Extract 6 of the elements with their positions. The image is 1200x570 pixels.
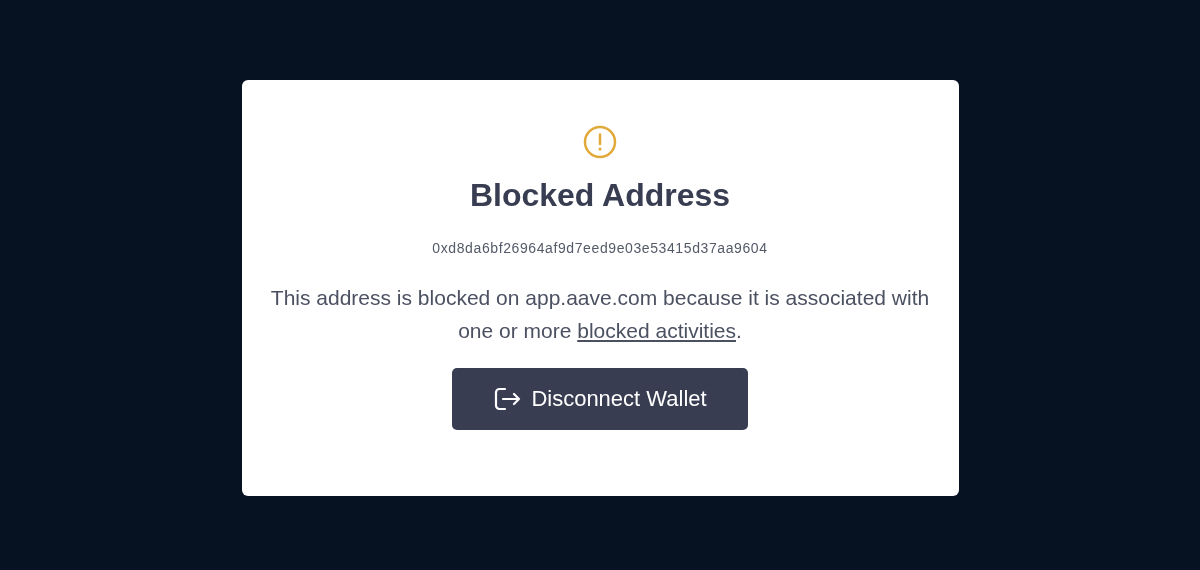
- message-text: This address is blocked on app.aave.com because it is associated with one or more blocked activities.: [270, 285, 930, 344]
- warning-icon: [583, 125, 617, 159]
- dialog-title: Blocked Address: [469, 177, 731, 214]
- wallet-address: 0xd8da6bf26964af9d7eed9e03e53415d37aa9604: [432, 240, 768, 256]
- disconnect-wallet-button[interactable]: Disconnect Wallet: [452, 368, 748, 430]
- blocked-activities-link[interactable]: blocked activities: [577, 319, 736, 342]
